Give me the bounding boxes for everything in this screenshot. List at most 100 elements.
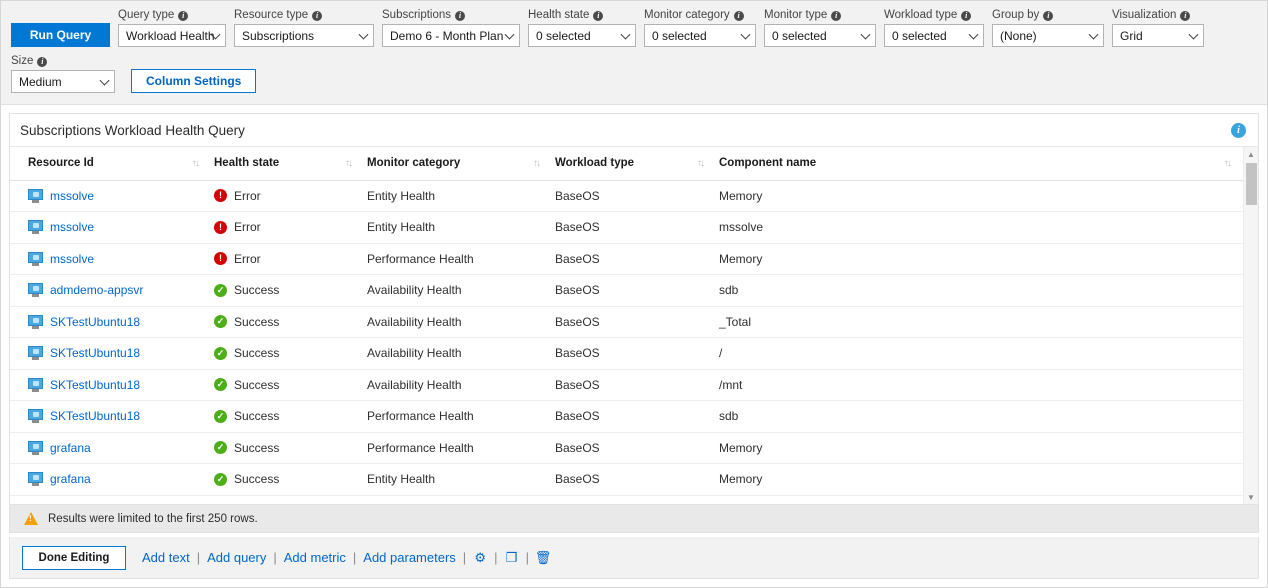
status-badge-label: Success <box>234 472 280 487</box>
table-row[interactable]: SKTestUbuntu18 ✓ Success Availability Healt… <box>10 306 1246 338</box>
column-header-monitor-category[interactable]: Monitor category ↑↓ <box>367 147 555 181</box>
table-row[interactable]: mssolve! Error Entity Health BaseOS mssolve <box>10 211 1246 244</box>
info-icon-monitor-type[interactable]: i <box>831 10 842 21</box>
status-badge-label: Success <box>234 440 280 455</box>
cell-monitor-category: Availability Health <box>367 337 555 370</box>
subscriptions-value: Demo 6 - Month Plan <box>390 28 504 43</box>
query-type-select[interactable]: Workload Health <box>118 24 226 47</box>
copy-icon[interactable]: ❐ <box>505 550 519 565</box>
subscriptions-select[interactable]: Demo 6 - Month Plan <box>382 24 520 47</box>
info-icon-monitor-category[interactable]: i <box>733 10 744 21</box>
sort-icon[interactable]: ↑↓ <box>1224 158 1232 169</box>
resource-link[interactable]: SKTestUbuntu18 <box>50 378 140 392</box>
table-row[interactable]: SKTestUbuntu18 ✓ Success Performance Health… <box>10 400 1246 433</box>
status-badge-label: Error <box>234 188 261 203</box>
resource-link[interactable]: SKTestUbuntu18 <box>50 346 140 360</box>
resource-type-select[interactable]: Subscriptions <box>234 24 374 47</box>
scrollbar-thumb[interactable] <box>1246 163 1257 205</box>
table-row[interactable]: grafana ✓ Success Entity Health BaseOS Memory <box>10 463 1246 496</box>
monitor-type-select[interactable]: 0 selected <box>764 24 876 47</box>
success-status-icon: ✓ <box>214 315 227 329</box>
sort-icon[interactable]: ↑↓ <box>192 158 200 169</box>
page-title: Subscriptions Workload Health Query <box>20 122 245 138</box>
field-label-group-by: Group by i <box>992 9 1104 22</box>
resource-link[interactable]: SKTestUbuntu18 <box>50 409 140 423</box>
link-add-parameters[interactable]: Add parameters <box>363 550 456 565</box>
resource-link[interactable]: mssolve <box>50 189 94 203</box>
resource-link[interactable]: grafana <box>50 441 91 455</box>
resource-link[interactable]: SKTestUbuntu18 <box>50 315 140 329</box>
column-header-health-state[interactable]: Health state ↑↓ <box>214 147 367 181</box>
error-status-icon: ! <box>214 252 227 266</box>
link-add-query[interactable]: Add query <box>207 550 266 565</box>
link-add-metric[interactable]: Add metric <box>284 550 346 565</box>
resource-link[interactable]: mssolve <box>50 252 94 266</box>
table-row[interactable]: grafana ✓ Success Performance Health BaseOS M… <box>10 432 1246 464</box>
cell-workload-type: BaseOS <box>555 274 719 307</box>
info-icon[interactable]: i <box>1231 122 1246 138</box>
table-row[interactable]: mssolve! Error Performance Health BaseOS Mem… <box>10 243 1246 275</box>
info-icon-query-type[interactable]: i <box>178 10 189 21</box>
column-label-component-name: Component name <box>719 157 817 170</box>
success-status-icon: ✓ <box>214 409 227 423</box>
size-select[interactable]: Medium <box>11 70 115 93</box>
chevron-down-icon <box>99 75 110 86</box>
column-header-workload-type[interactable]: Workload type ↑↓ <box>555 147 719 181</box>
panel-header: Subscriptions Workload Health Query i <box>10 114 1258 147</box>
table-header-row: Resource Id ↑↓ Health state ↑↓ Monitor c… <box>10 147 1246 181</box>
group-by-select[interactable]: (None) <box>992 24 1104 47</box>
trash-icon[interactable]: 🗑 <box>535 550 552 565</box>
link-add-text[interactable]: Add text <box>142 550 190 565</box>
resource-link[interactable]: mssolve <box>50 220 94 234</box>
visualization-select[interactable]: Grid <box>1112 24 1204 47</box>
query-toolbar: Run Query Query type i Workload Health R… <box>1 1 1267 105</box>
scroll-down-arrow-icon[interactable]: ▼ <box>1244 490 1258 504</box>
cell-monitor-category: Entity Health <box>367 180 555 212</box>
success-status-icon: ✓ <box>214 283 227 297</box>
workload-type-label-text: Workload type <box>884 9 958 21</box>
group-by-label-text: Group by <box>992 9 1040 21</box>
info-icon-workload-type[interactable]: i <box>961 10 972 21</box>
table-row[interactable]: SKTestUbuntu18 ✓ Success Availability Healt… <box>10 337 1246 370</box>
cell-resource-id: grafana <box>10 463 214 496</box>
table-row[interactable]: mssolve! Error Entity Health BaseOS Memory <box>10 180 1246 212</box>
info-icon-resource-type[interactable]: i <box>312 10 323 21</box>
group-by-value: (None) <box>1000 28 1037 43</box>
cell-resource-id: SKTestUbuntu18 <box>10 337 214 370</box>
cell-component-name: Memory <box>719 243 1246 275</box>
column-header-resource-id[interactable]: Resource Id ↑↓ <box>10 147 214 181</box>
cell-component-name: mssolve <box>719 211 1246 244</box>
monitor-category-select[interactable]: 0 selected <box>644 24 756 47</box>
table-row[interactable]: SKTestUbuntu18 ✓ Success Availability Healt… <box>10 369 1246 401</box>
scroll-up-arrow-icon[interactable]: ▲ <box>1244 147 1258 161</box>
cell-workload-type: BaseOS <box>555 243 719 275</box>
cell-workload-type: BaseOS <box>555 180 719 212</box>
sort-icon[interactable]: ↑↓ <box>697 158 705 169</box>
status-badge-label: Error <box>234 220 261 235</box>
done-editing-button[interactable]: Done Editing <box>22 545 126 570</box>
info-icon-size[interactable]: i <box>37 56 48 67</box>
info-icon-visualization[interactable]: i <box>1180 10 1191 21</box>
info-icon-subscriptions[interactable]: i <box>455 10 466 21</box>
cell-monitor-category: Performance Health <box>367 400 555 433</box>
gear-icon[interactable]: ⚙ <box>473 550 487 565</box>
table-row[interactable]: admdemo-appsvr ✓ Success Availability Healt… <box>10 274 1246 307</box>
sort-icon[interactable]: ↑↓ <box>345 158 353 169</box>
run-query-button[interactable]: Run Query <box>11 23 110 47</box>
info-icon-group-by[interactable]: i <box>1043 10 1054 21</box>
editor-actions: Add text | Add query | Add metric | Add parame… <box>142 550 552 566</box>
info-icon-health-state[interactable]: i <box>593 10 604 21</box>
workload-type-value: 0 selected <box>892 28 947 43</box>
sort-icon[interactable]: ↑↓ <box>533 158 541 169</box>
field-label-workload-type: Workload type i <box>884 9 984 22</box>
column-settings-button[interactable]: Column Settings <box>131 69 257 93</box>
resource-link[interactable]: grafana <box>50 472 91 486</box>
field-resource-type: Resource type i Subscriptions <box>234 9 374 47</box>
cell-resource-id: SKTestUbuntu18 <box>10 400 214 433</box>
cell-resource-id: mssolve <box>10 211 214 244</box>
health-state-select[interactable]: 0 selected <box>528 24 636 47</box>
vertical-scrollbar[interactable]: ▲ ▼ <box>1243 147 1258 504</box>
workload-type-select[interactable]: 0 selected <box>884 24 984 47</box>
column-header-component-name[interactable]: Component name ↑↓ <box>719 147 1246 181</box>
resource-link[interactable]: admdemo-appsvr <box>50 283 143 297</box>
